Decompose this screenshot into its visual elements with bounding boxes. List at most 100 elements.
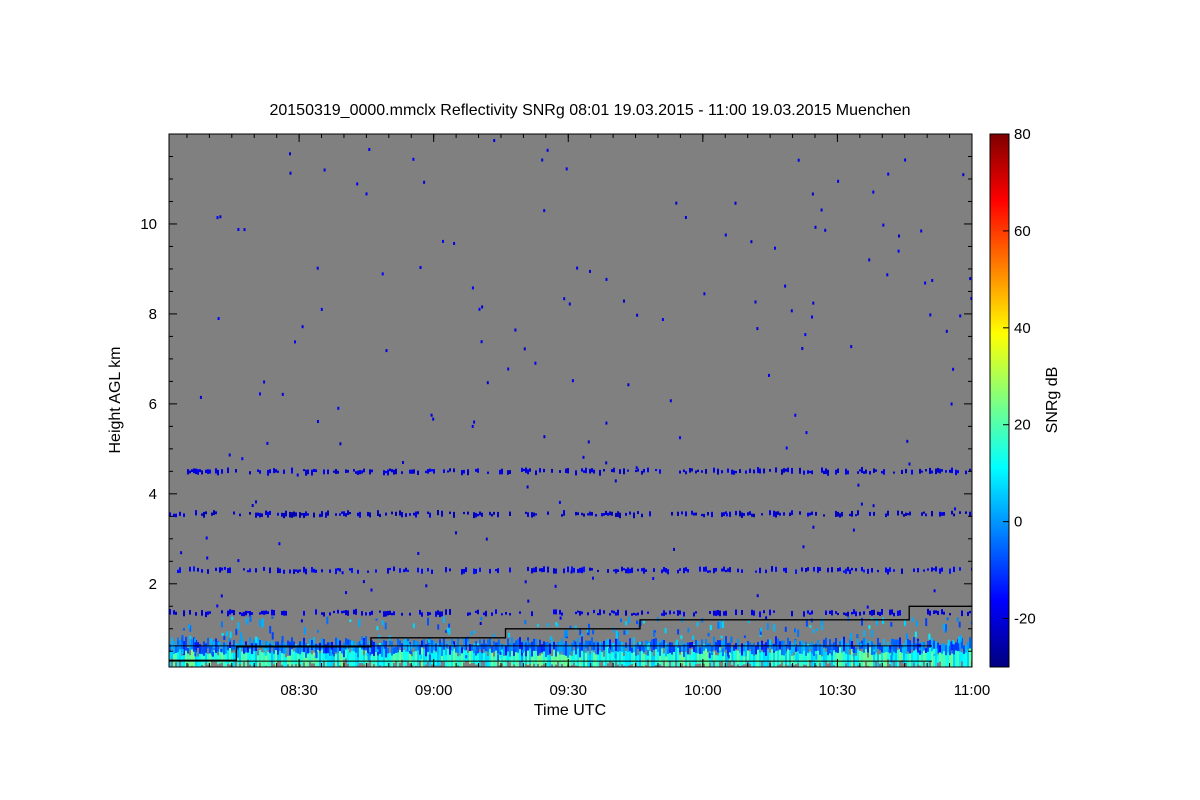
echo-cell: [807, 567, 809, 571]
near-surface-pixel: [181, 635, 184, 643]
near-surface-pixel: [933, 653, 936, 656]
echo-cell: [545, 642, 547, 658]
near-surface-pixel: [642, 646, 645, 653]
echo-cell: [597, 569, 599, 572]
near-surface-pixel: [375, 618, 378, 621]
noise-pixel: [294, 340, 296, 344]
echo-cell: [233, 610, 235, 616]
echo-cell: [573, 567, 575, 573]
echo-cell: [765, 642, 767, 656]
y-tick-label: 4: [149, 486, 157, 503]
echo-cell: [857, 649, 859, 666]
echo-cell: [925, 469, 927, 472]
near-surface-pixel: [638, 642, 641, 645]
noise-pixel: [341, 571, 344, 575]
noise-pixel: [423, 180, 426, 184]
echo-cell: [893, 569, 895, 572]
echo-cell: [483, 612, 485, 616]
echo-cell: [453, 511, 455, 518]
echo-cell: [881, 609, 883, 615]
echo-cell: [411, 469, 413, 474]
noise-pixel: [281, 392, 284, 396]
echo-cell: [369, 611, 371, 616]
echo-cell: [595, 640, 597, 654]
echo-cell: [645, 654, 647, 666]
echo-cell: [633, 512, 635, 519]
noise-pixel: [219, 215, 222, 219]
echo-cell: [429, 612, 431, 615]
near-surface-pixel: [271, 616, 274, 619]
echo-cell: [645, 569, 647, 572]
echo-cell: [967, 649, 969, 667]
noise-pixel: [425, 584, 428, 588]
echo-cell: [431, 640, 433, 653]
echo-cell: [723, 512, 725, 516]
echo-cell: [931, 470, 933, 474]
echo-cell: [619, 469, 621, 474]
echo-cell: [489, 568, 491, 574]
near-surface-pixel: [721, 648, 724, 657]
echo-cell: [401, 612, 403, 616]
near-surface-pixel: [376, 649, 379, 652]
echo-cell: [255, 512, 257, 518]
echo-cell: [219, 567, 221, 573]
echo-cell: [917, 568, 919, 573]
echo-cell: [791, 643, 793, 655]
noise-pixel: [263, 380, 266, 384]
echo-cell: [745, 642, 747, 657]
echo-cell: [695, 470, 697, 474]
echo-cell: [849, 569, 851, 574]
noise-pixel: [920, 229, 923, 233]
echo-cell: [345, 610, 347, 616]
echo-cell: [339, 513, 341, 516]
echo-cell: [753, 643, 755, 655]
echo-cell: [201, 470, 203, 475]
noise-pixel: [924, 281, 927, 285]
echo-cell: [761, 513, 763, 516]
near-surface-pixel: [226, 631, 228, 637]
echo-cell: [249, 568, 251, 573]
noise-pixel: [216, 604, 219, 608]
echo-cell: [565, 641, 567, 656]
echo-cell: [617, 650, 619, 665]
colorbar-tick-label: 0: [1014, 514, 1022, 531]
echo-cell: [473, 512, 475, 519]
echo-cell: [707, 512, 709, 516]
noise-pixel: [969, 277, 972, 281]
noise-pixel: [623, 299, 625, 303]
echo-cell: [755, 570, 757, 573]
echo-cell: [577, 512, 579, 516]
echo-cell: [259, 470, 261, 474]
echo-cell: [649, 511, 651, 517]
echo-cell: [393, 469, 395, 475]
echo-cell: [285, 610, 287, 616]
echo-cell: [567, 566, 569, 573]
echo-cell: [581, 567, 583, 574]
echo-cell: [269, 643, 271, 654]
echo-cell: [335, 637, 337, 652]
noise-pixel: [605, 277, 608, 281]
echo-cell: [869, 611, 871, 615]
echo-cell: [691, 510, 693, 515]
near-surface-pixel: [911, 617, 914, 622]
echo-cell: [435, 652, 437, 666]
echo-cell: [791, 610, 793, 617]
near-surface-pixel: [766, 623, 769, 630]
echo-cell: [667, 569, 669, 575]
echo-cell: [889, 609, 891, 616]
echo-cell: [551, 638, 553, 650]
near-surface-pixel: [217, 642, 220, 646]
echo-cell: [249, 512, 251, 515]
echo-cell: [655, 637, 657, 650]
echo-cell: [183, 513, 185, 517]
echo-cell: [229, 609, 231, 615]
echo-cell: [965, 511, 967, 514]
noise-pixel: [479, 622, 482, 625]
echo-cell: [735, 471, 737, 474]
echo-cell: [749, 511, 751, 516]
echo-cell: [405, 567, 407, 572]
echo-cell: [469, 612, 471, 616]
echo-cell: [787, 467, 789, 473]
echo-cell: [721, 568, 723, 572]
echo-cell: [827, 645, 829, 656]
